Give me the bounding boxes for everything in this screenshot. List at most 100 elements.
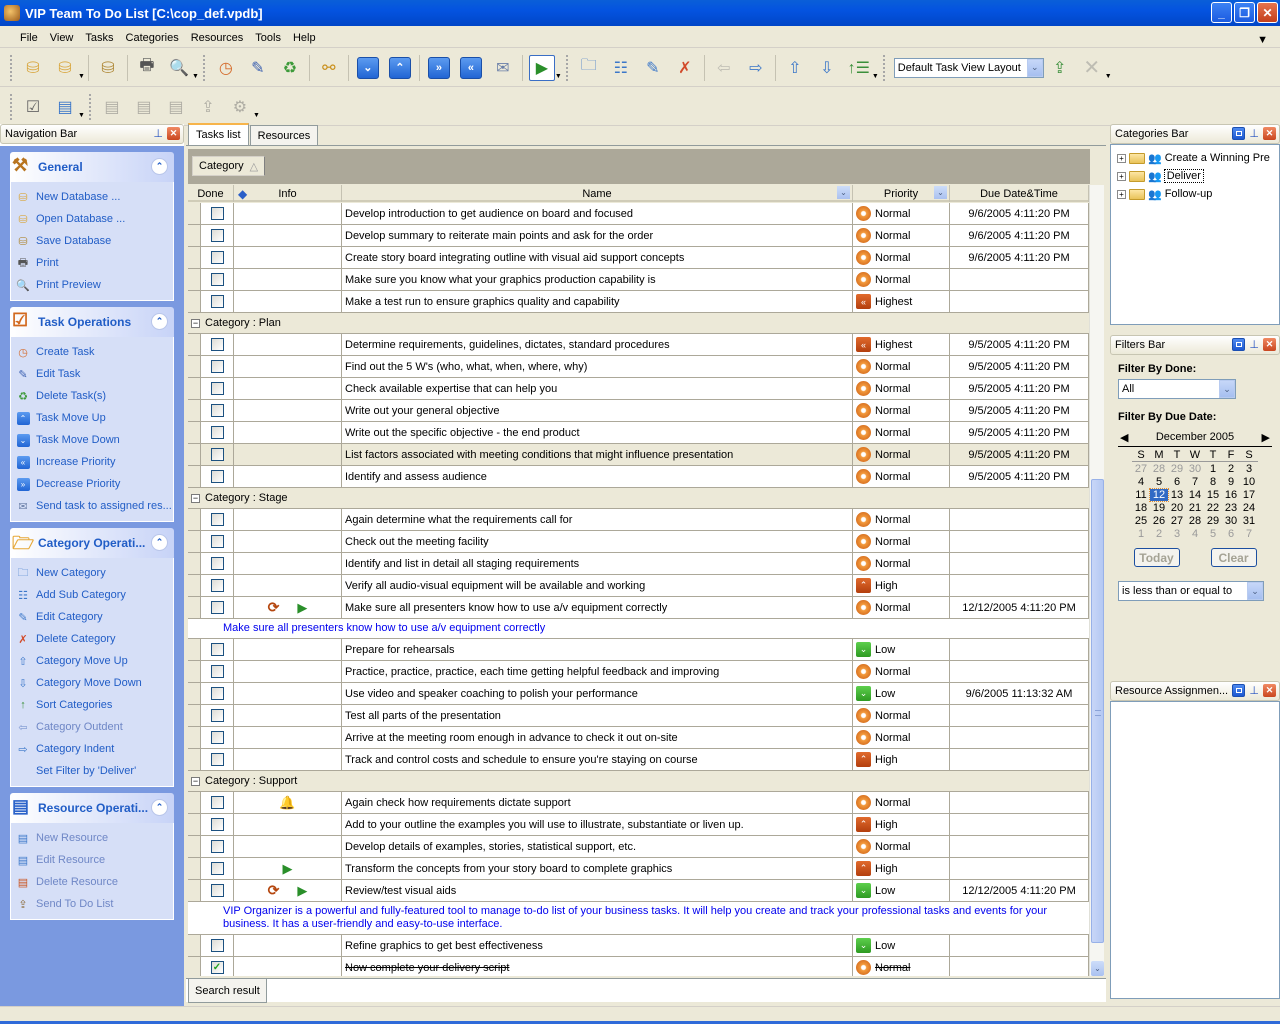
due-date[interactable]: 9/5/2005 4:11:20 PM bbox=[950, 400, 1089, 421]
calendar-day[interactable]: 18 bbox=[1132, 502, 1150, 514]
calendar-day[interactable]: 5 bbox=[1150, 476, 1168, 488]
calendar-day[interactable]: 7 bbox=[1240, 528, 1258, 540]
task-name[interactable]: Prepare for rehearsals bbox=[342, 639, 853, 660]
task-name[interactable]: Write out your general objective bbox=[342, 400, 853, 421]
nav-item-edit-resource[interactable]: ▤ Edit Resource bbox=[15, 849, 173, 871]
collapse-group-icon[interactable]: ⌃ bbox=[151, 313, 168, 330]
done-checkbox[interactable] bbox=[210, 382, 224, 395]
nav-item-sort-categories[interactable]: ↑ Sort Categories bbox=[15, 694, 173, 716]
priority-cell[interactable]: ⌄ Low bbox=[853, 935, 950, 956]
due-date[interactable] bbox=[950, 727, 1089, 748]
task-name[interactable]: Develop details of examples, stories, st… bbox=[342, 836, 853, 857]
resource-view-icon[interactable]: ▤ bbox=[52, 94, 78, 120]
due-date[interactable]: 12/12/2005 4:11:20 PM bbox=[950, 597, 1089, 618]
task-name[interactable]: Check available expertise that can help … bbox=[342, 378, 853, 399]
done-checkbox[interactable] bbox=[210, 796, 224, 809]
maximize-pane-icon[interactable] bbox=[1232, 338, 1246, 351]
done-checkbox[interactable] bbox=[210, 818, 224, 831]
task-name[interactable]: Again determine what the requirements ca… bbox=[342, 509, 853, 530]
task-row[interactable]: Make a test run to ensure graphics quali… bbox=[188, 291, 1090, 313]
due-date[interactable] bbox=[950, 509, 1089, 530]
calendar-day[interactable]: 10 bbox=[1240, 476, 1258, 488]
priority-cell[interactable]: Normal bbox=[853, 400, 950, 421]
task-row[interactable]: ⟳ ▶ Review/test visual aids ⌄ Low 12/12/2005 … bbox=[188, 880, 1090, 902]
task-row[interactable]: Refine graphics to get best effectivenes… bbox=[188, 935, 1090, 957]
task-row[interactable]: Use video and speaker coaching to polish… bbox=[188, 683, 1090, 705]
sort-categories-icon[interactable]: ↑☰ bbox=[846, 55, 872, 81]
done-checkbox[interactable] bbox=[210, 470, 224, 483]
priority-cell[interactable]: Normal bbox=[853, 356, 950, 377]
calendar-day[interactable]: 16 bbox=[1222, 489, 1240, 501]
priority-cell[interactable]: « Highest bbox=[853, 334, 950, 355]
note-icon[interactable]: ▶ bbox=[297, 600, 307, 616]
print-preview-icon[interactable]: 🔍 bbox=[166, 55, 192, 81]
task-row[interactable]: Identify and assess audience Normal 9/5/20… bbox=[188, 466, 1090, 488]
priority-cell[interactable]: Normal bbox=[853, 247, 950, 268]
pin-icon[interactable]: ⊥ bbox=[153, 127, 163, 140]
category-tree-item[interactable]: + 👥 Follow-up bbox=[1111, 185, 1279, 203]
calendar-day[interactable]: 26 bbox=[1150, 515, 1168, 527]
column-header-name[interactable]: Name ⌄ bbox=[342, 185, 853, 202]
due-date[interactable] bbox=[950, 935, 1089, 956]
due-date[interactable] bbox=[950, 553, 1089, 574]
save-database-icon[interactable]: ⛁ bbox=[95, 55, 121, 81]
calendar-day[interactable]: 2 bbox=[1222, 463, 1240, 475]
send-task-icon[interactable]: ✉ bbox=[490, 55, 516, 81]
calendar-day[interactable]: 27 bbox=[1168, 515, 1186, 527]
done-checkbox[interactable] bbox=[210, 426, 224, 439]
calendar-day[interactable]: 29 bbox=[1204, 515, 1222, 527]
priority-cell[interactable]: Normal bbox=[853, 792, 950, 813]
decrease-priority-icon[interactable]: » bbox=[426, 55, 452, 81]
task-name[interactable]: Now complete your delivery script bbox=[342, 957, 853, 976]
task-row[interactable]: Write out the specific objective - the e… bbox=[188, 422, 1090, 444]
increase-priority-icon[interactable]: « bbox=[458, 55, 484, 81]
priority-cell[interactable]: « Highest bbox=[853, 291, 950, 312]
done-checkbox[interactable] bbox=[210, 229, 224, 242]
due-date[interactable]: 9/5/2005 4:11:20 PM bbox=[950, 334, 1089, 355]
calendar-day[interactable]: 19 bbox=[1150, 502, 1168, 514]
scrollbar-thumb[interactable] bbox=[1091, 479, 1104, 943]
collapse-group-icon[interactable]: ⌃ bbox=[151, 158, 168, 175]
task-name[interactable]: Make a test run to ensure graphics quali… bbox=[342, 291, 853, 312]
task-name[interactable]: Verify all audio-visual equipment will b… bbox=[342, 575, 853, 596]
task-name[interactable]: Create story board integrating outline w… bbox=[342, 247, 853, 268]
calendar-day[interactable]: 31 bbox=[1240, 515, 1258, 527]
task-name[interactable]: Determine requirements, guidelines, dict… bbox=[342, 334, 853, 355]
nav-item-edit-category[interactable]: ✎ Edit Category bbox=[15, 606, 173, 628]
calendar-day[interactable]: 4 bbox=[1186, 528, 1204, 540]
due-date[interactable] bbox=[950, 836, 1089, 857]
due-date[interactable]: 9/6/2005 4:11:20 PM bbox=[950, 203, 1089, 224]
minimize-button[interactable]: _ bbox=[1211, 2, 1232, 23]
done-checkbox[interactable] bbox=[210, 273, 224, 286]
close-pane-icon[interactable]: ✕ bbox=[1263, 684, 1276, 697]
task-row[interactable]: Find out the 5 W's (who, what, when, whe… bbox=[188, 356, 1090, 378]
calendar-day[interactable]: 5 bbox=[1204, 528, 1222, 540]
priority-cell[interactable]: Normal bbox=[853, 225, 950, 246]
task-name[interactable]: Make sure all presenters know how to use… bbox=[342, 597, 853, 618]
task-name[interactable]: List factors associated with meeting con… bbox=[342, 444, 853, 465]
clear-button[interactable]: Clear bbox=[1210, 548, 1257, 567]
collapse-icon[interactable]: − bbox=[191, 493, 200, 503]
calendar-day[interactable]: 14 bbox=[1186, 489, 1204, 501]
done-checkbox[interactable] bbox=[210, 251, 224, 264]
task-row[interactable]: ✓ Now complete your delivery script Normal bbox=[188, 957, 1090, 976]
task-row[interactable]: Make sure you know what your graphics pr… bbox=[188, 269, 1090, 291]
priority-cell[interactable]: Normal bbox=[853, 957, 950, 976]
dropdown-arrow-icon[interactable]: ▼ bbox=[78, 73, 85, 80]
menu-tasks[interactable]: Tasks bbox=[79, 32, 119, 44]
edit-task-icon[interactable]: ✎ bbox=[245, 55, 271, 81]
done-checkbox[interactable] bbox=[210, 295, 224, 308]
priority-filter-icon[interactable]: ⌄ bbox=[934, 186, 947, 199]
nav-item-increase-priority[interactable]: « Increase Priority bbox=[15, 451, 173, 473]
priority-cell[interactable]: ⌃ High bbox=[853, 858, 950, 879]
print-icon[interactable]: 🖶 bbox=[134, 55, 160, 81]
pin-icon[interactable]: ⊥ bbox=[1249, 684, 1259, 697]
vertical-scrollbar[interactable]: ⌄ bbox=[1089, 185, 1104, 976]
done-checkbox[interactable] bbox=[210, 557, 224, 570]
column-header-priority[interactable]: Priority ⌄ bbox=[853, 185, 950, 202]
priority-cell[interactable]: Normal bbox=[853, 705, 950, 726]
menu-help[interactable]: Help bbox=[287, 32, 322, 44]
priority-cell[interactable]: Normal bbox=[853, 269, 950, 290]
task-name[interactable]: Identify and list in detail all staging … bbox=[342, 553, 853, 574]
nav-item-save-database[interactable]: ⛁ Save Database bbox=[15, 230, 173, 252]
